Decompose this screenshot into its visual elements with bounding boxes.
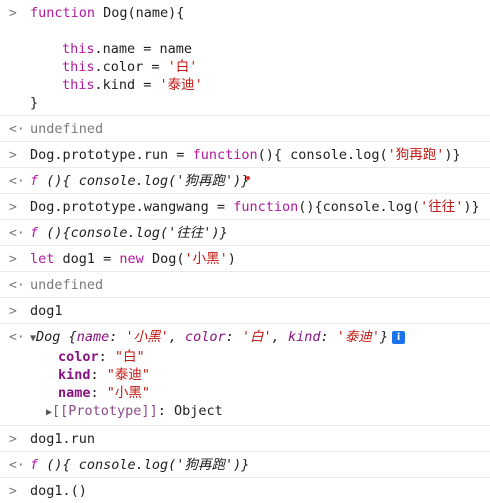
code-line[interactable]: dog1.run: [30, 430, 490, 448]
prompt-chevron-icon: >: [9, 304, 17, 319]
code-line[interactable]: dog1: [30, 302, 490, 320]
console-input-text[interactable]: dog1.(): [30, 482, 490, 500]
info-icon[interactable]: i: [392, 331, 406, 344]
console-entry-4: > let dog1 = new Dog('小黑'): [0, 246, 490, 272]
function-result[interactable]: f (){console.log('往往')}: [30, 224, 490, 242]
console-result-3: <· f (){console.log('往往')}: [0, 220, 490, 246]
cursor-marker: [246, 176, 250, 180]
code-line[interactable]: function Dog(name){: [30, 4, 490, 22]
result-value: undefined: [30, 277, 104, 293]
function-result[interactable]: f (){ console.log('狗再跑')}: [30, 172, 490, 190]
code-line[interactable]: Dog.prototype.wangwang = function(){cons…: [30, 198, 490, 216]
return-arrow-icon: <·: [9, 458, 25, 473]
code-line[interactable]: }: [30, 94, 490, 112]
console-entry-6: > dog1.run: [0, 426, 490, 452]
prompt-chevron-icon: >: [9, 200, 17, 215]
function-result[interactable]: f (){ console.log('狗再跑')}: [30, 456, 490, 474]
code-line[interactable]: this.name = name: [30, 40, 490, 58]
code-line[interactable]: this.color = '白': [30, 58, 490, 76]
console-entry-2: > Dog.prototype.run = function(){ consol…: [0, 142, 490, 168]
return-arrow-icon: <·: [9, 330, 25, 345]
code-line[interactable]: this.kind = '泰迪': [30, 76, 490, 94]
prompt-chevron-icon: >: [9, 484, 17, 499]
return-arrow-icon: <·: [9, 174, 25, 189]
prompt-chevron-icon: >: [9, 6, 17, 21]
prompt-chevron-icon: >: [9, 252, 17, 267]
prompt-chevron-icon: >: [9, 432, 17, 447]
object-preview[interactable]: ▼Dog {name: '小黑', color: '白', kind: '泰迪'…: [30, 328, 490, 348]
console-result-5: <· ▼Dog {name: '小黑', color: '白', kind: '…: [0, 324, 490, 426]
code-line[interactable]: let dog1 = new Dog('小黑'): [30, 250, 490, 268]
console-entry-1: > function Dog(name){ this.name = name t…: [0, 0, 490, 116]
code-line[interactable]: Dog.prototype.run = function(){ console.…: [30, 146, 490, 164]
prototype-row[interactable]: ▶[[Prototype]]: Object: [30, 402, 490, 422]
result-value: undefined: [30, 121, 104, 137]
console-entry-3: > Dog.prototype.wangwang = function(){co…: [0, 194, 490, 220]
property-row: color: "白": [58, 349, 145, 365]
property-row: kind: "泰迪": [58, 367, 151, 383]
console-entry-5: > dog1: [0, 298, 490, 324]
prompt-chevron-icon: >: [9, 148, 17, 163]
console-result-6: <· f (){ console.log('狗再跑')}: [0, 452, 490, 478]
return-arrow-icon: <·: [9, 278, 25, 293]
return-arrow-icon: <·: [9, 122, 25, 137]
console-result-2: <· f (){ console.log('狗再跑')}: [0, 168, 490, 194]
console-result-1: <· undefined: [0, 116, 490, 142]
return-arrow-icon: <·: [9, 226, 25, 241]
property-row: name: "小黑": [58, 385, 151, 401]
console-result-4: <· undefined: [0, 272, 490, 298]
